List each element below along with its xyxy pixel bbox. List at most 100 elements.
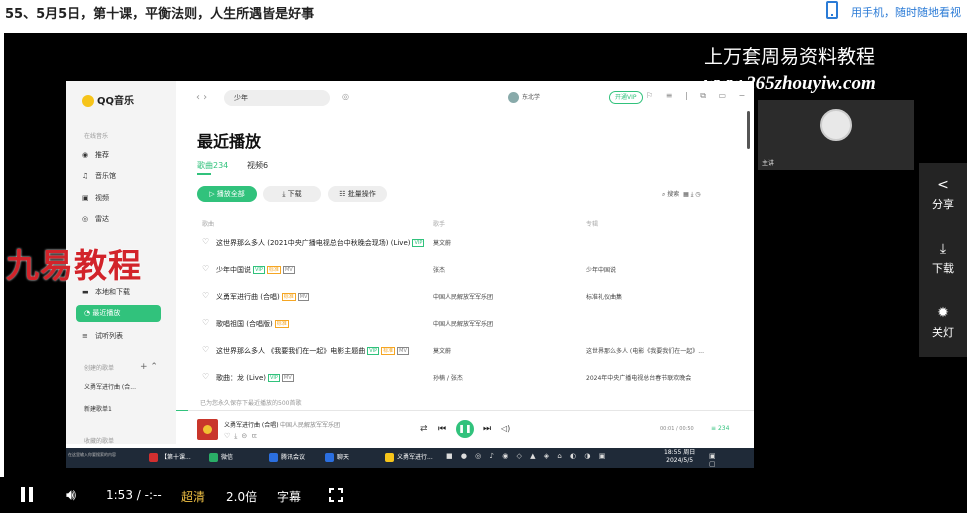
phone-icon[interactable] <box>826 1 838 19</box>
pause-icon: ❚❚ <box>458 424 472 433</box>
table-row[interactable]: ♡ 这世界那么多人 《我要我们在一起》电影主题曲 VIP 标准 MV 莫文蔚 这世界那么多人… <box>198 338 738 364</box>
download-button[interactable]: ⤓ 下载 <box>919 241 967 276</box>
taskbar-app-label: 微信 <box>221 454 234 461</box>
song-artist[interactable]: 莫文蔚 <box>433 346 451 355</box>
taskbar-search[interactable]: 在这里输入你要搜索的内容 <box>66 450 126 466</box>
previous-icon[interactable]: ⏮ <box>438 424 446 434</box>
song-tag-badge: 标准 <box>266 266 281 274</box>
heart-icon[interactable]: ♡ <box>202 237 209 246</box>
tab-videos[interactable]: 视频6 <box>247 160 268 171</box>
sidebar-playlist[interactable]: 新建歌单1 <box>84 404 112 413</box>
volume-icon[interactable]: ◁) <box>501 424 510 433</box>
heart-icon[interactable]: ♡ <box>202 345 209 354</box>
table-row[interactable]: ♡ 义勇军进行曲 (合唱) 标准 MV 中国人民解放军军乐团 标准礼仪曲集 <box>198 284 738 310</box>
heart-icon[interactable]: ♡ <box>202 291 209 300</box>
notification-icon[interactable]: ▣ ▢ <box>709 452 754 468</box>
sidebar-item-label: 本地和下载 <box>95 288 130 296</box>
vip-button[interactable]: 开通VIP <box>609 91 643 104</box>
song-artist[interactable]: 莫文蔚 <box>433 238 451 247</box>
taskbar-app[interactable]: 腾讯会议 <box>266 450 305 466</box>
sidebar-item-local-download[interactable]: ▬ 本地和下载 <box>82 287 130 297</box>
song-album[interactable]: 标准礼仪曲集 <box>586 292 622 301</box>
voice-search-icon[interactable]: ◎ <box>342 92 349 101</box>
song-title[interactable]: 这世界那么多人 《我要我们在一起》电影主题曲 VIP 标准 MV <box>216 346 409 356</box>
now-playing-title[interactable]: 义勇军进行曲 (合唱) <box>224 420 279 429</box>
list-tools[interactable]: ⌕ 搜索 ▦ ⤓ ◷ <box>662 189 701 199</box>
system-tray[interactable]: ■ ● ◎ ♪ ◉ ◇ ▲ ◈ ⌂ ◐ ◑ ▣ <box>446 452 608 460</box>
song-album[interactable]: 这世界那么多人 (电影《我要我们在一起》... <box>586 346 704 355</box>
subtitle-button[interactable]: 字幕 <box>277 488 301 505</box>
song-album[interactable]: 2024年中央广播电视总台春节联欢晚会 <box>586 373 691 382</box>
side-action-panel: < 分享 ⤓ 下载 ✹ 关灯 <box>919 163 967 357</box>
song-title[interactable]: 义勇军进行曲 (合唱) 标准 MV <box>216 292 310 302</box>
play-mode-icon[interactable]: ⇄ <box>420 424 428 434</box>
song-artist[interactable]: 中国人民解放军军乐团 <box>433 292 493 301</box>
sidebar-item-video[interactable]: ▣ 视频 <box>82 193 109 203</box>
user-profile[interactable]: 东北学 <box>508 92 540 103</box>
trial-list-icon: ≡ <box>82 332 88 340</box>
mobile-watch-link[interactable]: 用手机，随时随地看视 <box>851 4 961 20</box>
batch-operation-button[interactable]: ☷ 批量操作 <box>328 186 387 202</box>
list-search-label[interactable]: 搜索 <box>667 191 679 198</box>
playback-rate-button[interactable]: 2.0倍 <box>226 488 257 505</box>
sidebar-item-trial-list[interactable]: ≡ 试听列表 <box>82 331 123 341</box>
sidebar-playlist[interactable]: 义勇军进行曲 (合... <box>84 382 136 391</box>
download-all-button[interactable]: ⤓ 下载 <box>263 186 321 202</box>
playlist-icon: ≡ <box>711 425 718 432</box>
song-title-text: 这世界那么多人 (2021中央广播电视总台中秋晚会现场) (Live) <box>216 239 411 247</box>
scrollbar[interactable] <box>747 111 750 149</box>
taskbar-app[interactable]: 聊天 <box>322 450 349 466</box>
play-all-button[interactable]: ▷ 播放全部 <box>197 186 257 202</box>
table-row[interactable]: ♡ 歌唱祖国 (合唱版) 标准 中国人民解放军军乐团 <box>198 311 738 337</box>
add-playlist-icon[interactable]: + ⌃ <box>140 362 158 372</box>
heart-icon[interactable]: ♡ <box>202 318 209 327</box>
heart-icon[interactable]: ♡ <box>202 264 209 273</box>
online-music-caption: 在线音乐 <box>84 133 109 140</box>
taskbar-app-label: 【第十课... <box>161 454 191 461</box>
song-title[interactable]: 少年中国说 VIP 标准 MV <box>216 265 295 275</box>
song-title[interactable]: 这世界那么多人 (2021中央广播电视总台中秋晚会现场) (Live) VIP <box>216 238 425 248</box>
player-actions[interactable]: ♡⤓⊝ㄸ <box>224 431 262 441</box>
search-input[interactable]: 少年 <box>224 90 330 106</box>
pause-button[interactable] <box>21 487 34 502</box>
next-icon[interactable]: ⏭ <box>483 424 491 434</box>
sidebar-item-music-hall[interactable]: ♫ 音乐馆 <box>82 171 116 181</box>
song-album[interactable]: 少年中国说 <box>586 265 616 274</box>
song-artist[interactable]: 张杰 <box>433 265 445 274</box>
song-tag-badge: 标准 <box>381 347 396 355</box>
sidebar-item-label: 雷达 <box>95 215 109 223</box>
heart-icon[interactable]: ♡ <box>202 372 209 381</box>
tab-songs[interactable]: 歌曲234 <box>197 160 228 171</box>
taskbar-app[interactable]: 义勇军进行... <box>382 450 433 466</box>
sidebar-item-recent[interactable]: ◔ 最近播放 <box>76 305 161 322</box>
share-button[interactable]: < 分享 <box>919 177 967 212</box>
list-icon: ☷ <box>339 190 348 198</box>
app-header: ‹ › 少年 ◎ 东北学 开通VIP ⚐ ≡ | ⧉ ▭ − ▢ ✕ <box>176 81 754 117</box>
taskbar-app[interactable]: 微信 <box>206 450 233 466</box>
pause-button[interactable]: ❚❚ <box>456 420 474 438</box>
window-controls[interactable]: ⚐ ≡ | ⧉ ▭ − ▢ ✕ <box>646 91 754 101</box>
song-artist[interactable]: 孙楠 / 张杰 <box>433 373 463 382</box>
fullscreen-icon[interactable] <box>329 488 343 502</box>
song-title[interactable]: 歌曲：龙 (Live) VIP MV <box>216 373 294 383</box>
playlist-count-button[interactable]: ≡ 234 <box>711 425 729 432</box>
taskbar-app[interactable]: 【第十课... <box>146 450 191 466</box>
back-forward-icon[interactable]: ‹ › <box>196 92 207 103</box>
song-title[interactable]: 歌唱祖国 (合唱版) 标准 <box>216 319 289 329</box>
taskbar-clock[interactable]: 18:55 周日 2024/5/5 <box>664 449 695 465</box>
table-row[interactable]: ♡ 这世界那么多人 (2021中央广播电视总台中秋晚会现场) (Live) VIP 莫… <box>198 230 738 256</box>
song-tag-badge: MV <box>397 347 409 355</box>
table-row[interactable]: ♡ 歌曲：龙 (Live) VIP MV 孙楠 / 张杰 2024年中央广播电视总台春节联… <box>198 365 738 391</box>
sidebar-item-radar[interactable]: ◎ 雷达 <box>82 214 109 224</box>
song-artist[interactable]: 中国人民解放军军乐团 <box>433 319 493 328</box>
light-toggle-button[interactable]: ✹ 关灯 <box>919 305 967 340</box>
presenter-name: 主讲 <box>762 160 775 167</box>
table-row[interactable]: ♡ 少年中国说 VIP 标准 MV 张杰 少年中国说 <box>198 257 738 283</box>
quality-button[interactable]: 超清 <box>181 488 205 505</box>
sidebar-item-recommend[interactable]: ◉ 推荐 <box>82 150 109 160</box>
now-playing-artist[interactable]: 中国人民解放军军乐团 <box>280 420 340 429</box>
volume-icon[interactable]: 🔊︎ <box>66 485 76 505</box>
qq-music-logo-icon <box>82 95 94 107</box>
album-cover[interactable] <box>197 419 218 440</box>
song-tag-badge: MV <box>281 374 294 382</box>
